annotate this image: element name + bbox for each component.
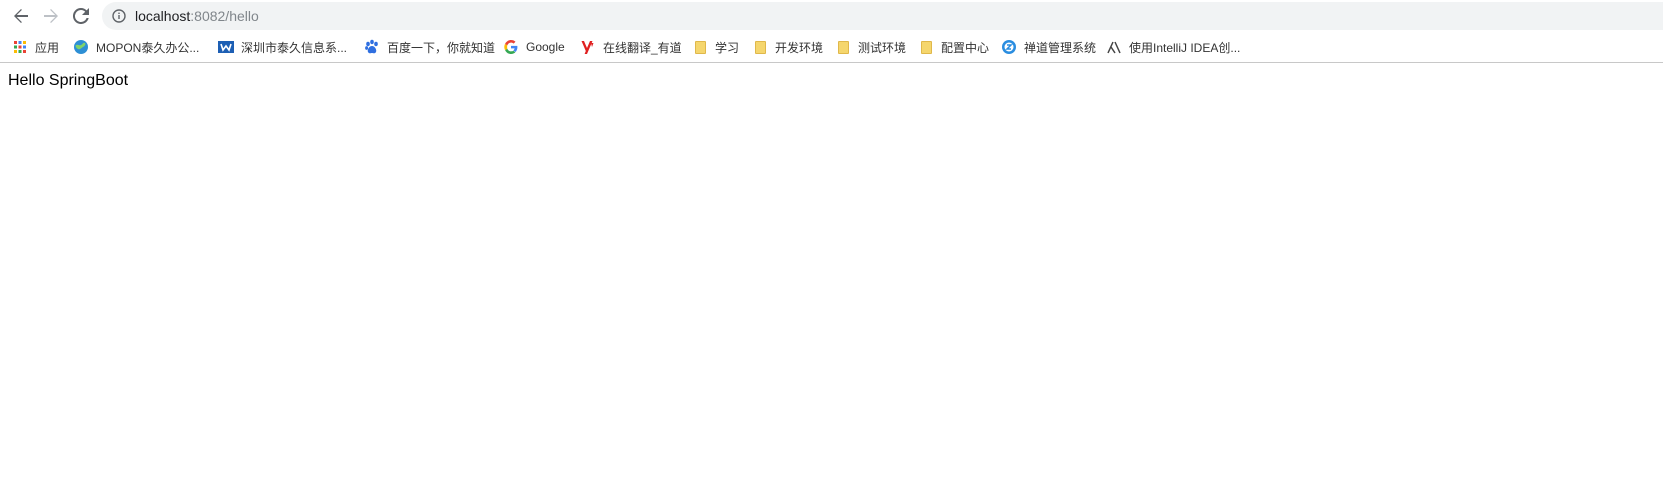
back-button[interactable] <box>9 4 33 28</box>
folder-icon <box>752 39 768 55</box>
folder-icon <box>835 39 851 55</box>
bookmark-label: MOPON泰久办公... <box>96 40 200 55</box>
zentao-icon <box>1001 39 1017 55</box>
google-g-icon <box>503 39 519 55</box>
bookmark-folder-dev[interactable]: 开发环境 <box>752 32 823 62</box>
apps-grid-icon <box>12 39 28 55</box>
bookmark-label: 开发环境 <box>775 40 824 55</box>
bookmark-apps[interactable]: 应用 <box>12 32 59 62</box>
reload-icon <box>73 8 89 24</box>
bookmark-folder-config[interactable]: 配置中心 <box>918 32 989 62</box>
bookmark-label: Google <box>526 40 565 54</box>
baidu-paw-icon <box>364 39 380 55</box>
folder-icon <box>918 39 934 55</box>
page-content: Hello SpringBoot <box>0 63 1663 490</box>
forward-button[interactable] <box>39 4 63 28</box>
arrow-left-icon <box>14 9 28 23</box>
bookmark-intellij[interactable]: 使用IntelliJ IDEA创... <box>1106 32 1240 62</box>
bookmark-mopon[interactable]: MOPON泰久办公... <box>73 32 199 62</box>
url-text[interactable]: localhost:8082/hello <box>135 2 259 30</box>
bookmark-taijiu[interactable]: 深圳市泰久信息系... <box>218 32 347 62</box>
lambda-icon <box>1106 39 1122 55</box>
browser-toolbar: localhost:8082/hello <box>0 0 1663 31</box>
bookmark-label: 应用 <box>35 40 60 55</box>
folder-icon <box>692 39 708 55</box>
bookmarks-bar: 应用 MOPON泰久办公... 深圳市泰久信息系... 百度一下，你就知道 Go… <box>0 32 1663 63</box>
bookmark-label: 禅道管理系统 <box>1024 40 1097 55</box>
youdao-icon <box>580 39 596 55</box>
bookmark-folder-study[interactable]: 学习 <box>692 32 739 62</box>
bookmark-label: 百度一下，你就知道 <box>387 40 496 55</box>
bookmark-zentao[interactable]: 禅道管理系统 <box>1001 32 1096 62</box>
arrow-right-icon <box>44 9 58 23</box>
url-host: localhost <box>135 8 191 24</box>
bookmark-baidu[interactable]: 百度一下，你就知道 <box>364 32 495 62</box>
bookmark-label: 配置中心 <box>941 40 990 55</box>
address-bar[interactable]: localhost:8082/hello <box>102 2 1663 30</box>
bookmark-label: 使用IntelliJ IDEA创... <box>1129 40 1241 55</box>
bookmark-folder-test[interactable]: 测试环境 <box>835 32 906 62</box>
bookmark-label: 深圳市泰久信息系... <box>241 40 348 55</box>
bookmark-youdao[interactable]: 在线翻译_有道 <box>580 32 682 62</box>
info-icon[interactable] <box>111 8 127 24</box>
reload-button[interactable] <box>69 4 93 28</box>
bookmark-label: 测试环境 <box>858 40 907 55</box>
bookmark-google[interactable]: Google <box>503 32 565 62</box>
url-path: :8082/hello <box>190 8 259 24</box>
bookmark-label: 在线翻译_有道 <box>603 40 682 55</box>
globe-icon <box>73 39 89 55</box>
hello-text: Hello SpringBoot <box>8 72 129 89</box>
bookmark-label: 学习 <box>715 40 740 55</box>
site-logo-icon <box>218 39 234 55</box>
